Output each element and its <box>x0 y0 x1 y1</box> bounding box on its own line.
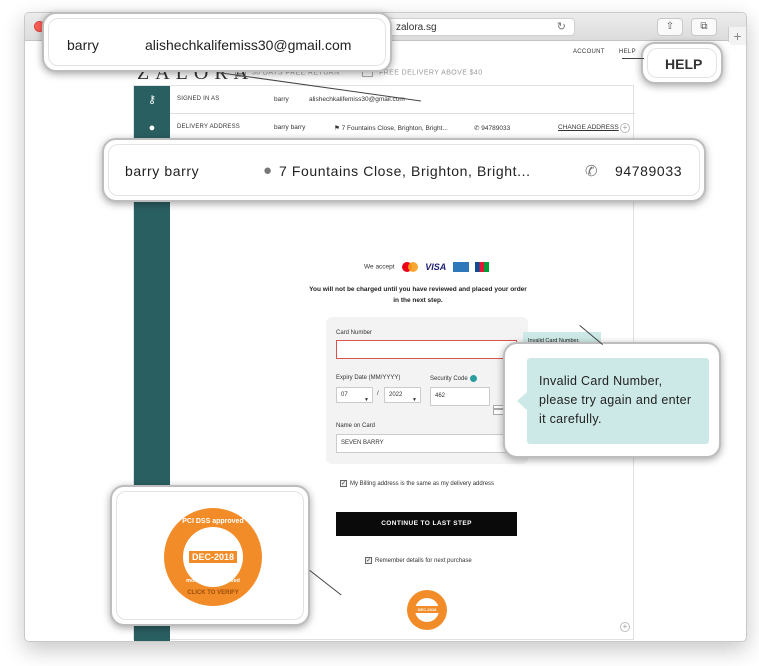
charge-notice: You will not be charged until you have r… <box>309 286 527 304</box>
zoom-callout-inner: barry barry ● 7 Fountains Close, Brighto… <box>108 144 700 196</box>
change-address-link[interactable]: CHANGE ADDRESS <box>558 124 619 131</box>
share-icon[interactable]: ⇧ <box>657 18 683 36</box>
billing-checkbox[interactable]: ✓ <box>340 480 347 487</box>
accepted-cards: We accept VISA <box>364 262 489 272</box>
zoom-callout-inner: HELP <box>647 48 717 78</box>
new-tab-button[interactable]: + <box>728 27 746 45</box>
zoom-callout-signed-in: barry alishechkalifemiss30@gmail.com <box>42 12 392 72</box>
zoom-pci-middle: more security - used <box>186 578 240 584</box>
zoom-signed-email: alishechkalifemiss30@gmail.com <box>145 37 352 53</box>
amex-icon <box>453 262 470 272</box>
phone-icon: ✆ <box>585 163 598 180</box>
expiry-month-select[interactable]: 07 ▼ <box>336 387 373 403</box>
key-icon: ⚷ <box>134 86 170 114</box>
card-number-label: Card Number <box>336 330 373 336</box>
chevron-down-icon: ▼ <box>364 397 369 403</box>
expiry-month-value: 07 <box>341 392 348 398</box>
tabs-overview-icon[interactable]: ⧉ <box>691 18 717 36</box>
jcb-icon <box>474 262 489 272</box>
zoom-pci-badge: DEC-2018 PCI DSS approved more security … <box>164 508 262 606</box>
security-code-label-text: Security Code <box>430 376 468 383</box>
account-link[interactable]: ACCOUNT <box>573 49 605 55</box>
we-accept-label: We accept <box>364 263 395 271</box>
expand-delivery-icon[interactable]: + <box>620 123 630 133</box>
name-on-card-input[interactable]: SEVEN BARRY <box>336 434 517 453</box>
expiry-year-select[interactable]: 2022 ▼ <box>384 387 421 403</box>
expiry-separator: / <box>377 391 379 397</box>
pci-badge-year: DEC-2018 <box>414 606 440 614</box>
card-number-input[interactable]: ! <box>336 340 517 359</box>
signed-in-name: barry <box>274 96 289 103</box>
connector-line <box>622 58 644 59</box>
signed-in-label: SIGNED IN AS <box>177 96 220 102</box>
zoom-delivery-name: barry barry <box>125 163 200 179</box>
zoom-pci-top: PCI DSS approved <box>182 518 244 525</box>
url-text: zalora.sg <box>396 22 437 33</box>
delivery-address: ⚑ 7 Fountains Close, Brighton, Bright... <box>334 125 448 132</box>
continue-button[interactable]: CONTINUE TO LAST STEP <box>336 512 517 536</box>
signed-in-row: ⚷ SIGNED IN AS barry alishechkalifemiss3… <box>134 86 635 114</box>
zoom-pci-bottom: CLICK TO VERIFY <box>187 590 239 596</box>
zoom-callout-help: HELP <box>641 42 723 84</box>
security-code-value: 462 <box>435 393 446 399</box>
delivery-label: DELIVERY ADDRESS <box>177 124 241 130</box>
pci-badge-inner: DEC-2018 <box>414 597 440 623</box>
pci-dss-badge[interactable]: DEC-2018 <box>407 590 447 630</box>
promo-delivery-text: FREE DELIVERY ABOVE $40 <box>379 69 483 77</box>
delivery-phone: ✆ 94789033 <box>474 125 511 132</box>
card-form: Card Number ! Expiry Date (MM/YYYY) 07 ▼… <box>326 317 528 464</box>
remember-checkbox[interactable]: ✓ <box>365 557 372 564</box>
name-on-card-value: SEVEN BARRY <box>341 440 384 446</box>
zoom-error-tooltip: Invalid Card Number, please try again an… <box>527 358 709 444</box>
name-on-card-label: Name on Card <box>336 423 376 429</box>
chevron-down-icon: ▼ <box>412 397 417 403</box>
visa-icon: VISA <box>425 262 447 272</box>
info-icon[interactable] <box>469 375 477 382</box>
zoom-pci-year: DEC-2018 <box>188 551 238 563</box>
billing-same-label: My Billing address is the same as my del… <box>350 481 495 488</box>
expiry-year-value: 2022 <box>389 392 403 398</box>
zoom-error-text: Invalid Card Number, please try again an… <box>539 374 692 426</box>
zoom-delivery-address: 7 Fountains Close, Brighton, Bright... <box>279 163 531 179</box>
zoom-callout-delivery: barry barry ● 7 Fountains Close, Brighto… <box>102 138 706 202</box>
zoom-signed-name: barry <box>67 37 99 53</box>
delivery-name: barry barry <box>274 124 306 131</box>
location-pin-icon: ● <box>263 162 273 179</box>
reload-icon[interactable]: ↻ <box>557 19 566 36</box>
zoom-callout-inner: DEC-2018 PCI DSS approved more security … <box>116 491 304 620</box>
expand-section-icon[interactable]: + <box>620 622 630 632</box>
zoom-callout-badge: DEC-2018 PCI DSS approved more security … <box>110 485 310 626</box>
delivery-phone-text: 94789033 <box>481 125 511 132</box>
security-code-input[interactable]: 462 <box>430 387 490 406</box>
remember-option[interactable]: ✓ Remember details for next purchase <box>365 557 472 564</box>
tooltip-pointer <box>517 392 527 410</box>
help-link[interactable]: HELP <box>619 49 636 55</box>
delivery-address-text: 7 Fountains Close, Brighton, Bright... <box>341 125 448 132</box>
zoom-callout-inner: barry alishechkalifemiss30@gmail.com <box>48 18 386 66</box>
expiry-label: Expiry Date (MM/YYYY) <box>336 375 401 381</box>
billing-same-option[interactable]: ✓ My Billing address is the same as my de… <box>340 480 494 487</box>
mastercard-icon <box>402 262 419 272</box>
remember-label: Remember details for next purchase <box>375 558 472 565</box>
zoom-delivery-phone: 94789033 <box>615 163 683 179</box>
security-code-label: Security Code <box>430 375 477 382</box>
zoom-help: HELP <box>665 56 703 72</box>
zoom-callout-error: Invalid Card Number, please try again an… <box>503 342 721 458</box>
